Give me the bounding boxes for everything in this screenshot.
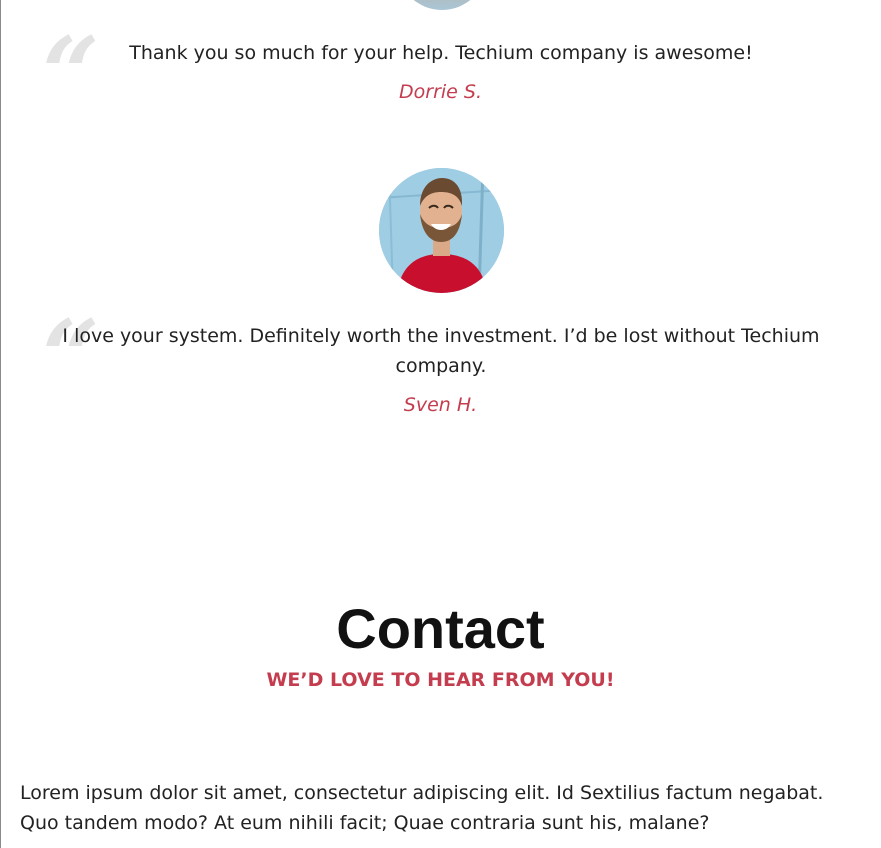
avatar-sven-image xyxy=(379,168,504,293)
avatar-sven xyxy=(379,168,504,293)
testimonial-text-dorrie: Thank you so much for your help. Techium… xyxy=(129,42,753,64)
testimonial-text-sven: I love your system. Definitely worth the… xyxy=(62,325,820,377)
contact-title: Contact xyxy=(336,597,545,660)
contact-subtitle: WE’D LOVE TO HEAR FROM YOU! xyxy=(266,669,615,691)
contact-paragraph: Lorem ipsum dolor sit amet, consectetur … xyxy=(20,782,824,834)
page-left-border xyxy=(0,0,1,848)
testimonial-author-sven: Sven H. xyxy=(403,394,478,416)
testimonial-author-dorrie: Dorrie S. xyxy=(399,81,482,103)
avatar-dorrie xyxy=(397,0,487,10)
